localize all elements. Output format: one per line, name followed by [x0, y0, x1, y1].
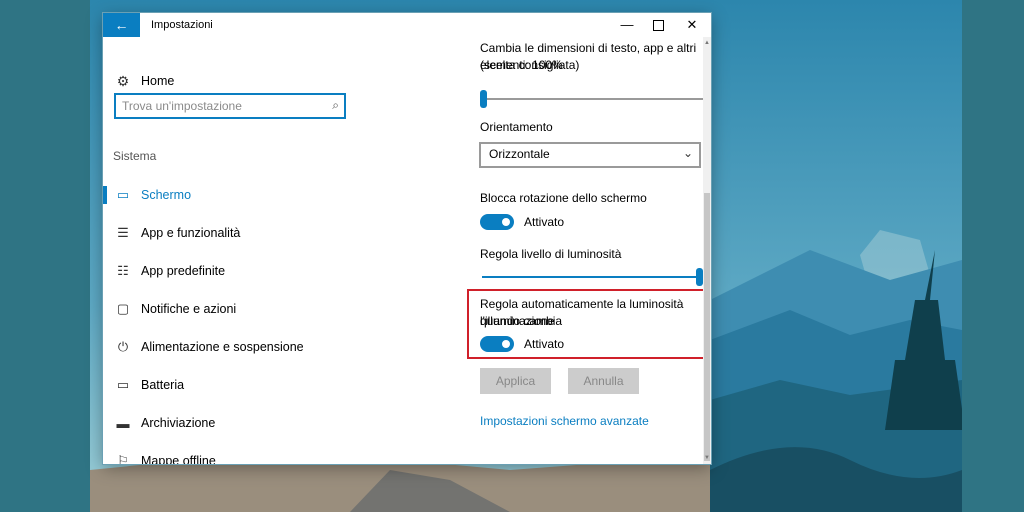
toggle-knob [502, 340, 510, 348]
sidebar-item-app-funzionalita[interactable]: ☰ App e funzionalità [103, 221, 363, 245]
content-pane: Cambia le dimensioni di testo, app e alt… [363, 37, 711, 464]
back-button[interactable]: ← [103, 13, 140, 37]
sidebar-item-label: Alimentazione e sospensione [141, 340, 304, 354]
scrollbar-thumb[interactable] [704, 193, 710, 461]
section-title: Sistema [113, 149, 157, 163]
sidebar-item-batteria[interactable]: ▭ Batteria [103, 373, 363, 397]
storage-icon: ▬ [116, 415, 130, 431]
sidebar-item-label: Batteria [141, 378, 185, 392]
desktop-border-left [0, 0, 90, 512]
home-label: Home [141, 74, 175, 88]
advanced-display-settings-link[interactable]: Impostazioni schermo avanzate [480, 414, 649, 428]
sidebar-item-alimentazione[interactable]: ⏻ Alimentazione e sospensione [103, 335, 363, 359]
scroll-up-icon[interactable]: ▲ [703, 39, 711, 47]
scale-slider-track [482, 98, 703, 100]
title-bar: ← Impostazioni — ✕ [103, 13, 711, 37]
sidebar-item-archiviazione[interactable]: ▬ Archiviazione [103, 411, 363, 435]
auto-brightness-label-continued: l'illuminazione [480, 314, 555, 328]
brightness-label: Regola livello di luminosità [480, 247, 622, 261]
toggle-knob [502, 218, 510, 226]
sidebar-item-notifiche[interactable]: ▢ Notifiche e azioni [103, 297, 363, 321]
brightness-slider-fill [482, 276, 698, 278]
minimize-icon: — [620, 17, 634, 32]
orientation-label: Orientamento [480, 120, 553, 134]
maximize-button[interactable] [641, 13, 675, 37]
back-arrow-icon: ← [114, 17, 129, 33]
notification-icon: ▢ [116, 301, 130, 316]
auto-brightness-state: Attivato [524, 337, 565, 351]
scale-label-recommended: (scelta consigliata) [480, 58, 580, 72]
sidebar-item-label: App predefinite [141, 264, 226, 278]
search-box: ⌕ [114, 93, 346, 119]
search-input[interactable] [122, 97, 322, 115]
default-apps-icon: ☷ [117, 263, 129, 278]
gear-icon: ⚙ [116, 72, 130, 89]
sidebar: ⚙ Home ⌕ Sistema ▭ Schermo ☰ App e funzi… [103, 37, 363, 464]
sidebar-item-schermo[interactable]: ▭ Schermo [103, 183, 363, 207]
rotation-lock-toggle[interactable] [480, 214, 514, 230]
chevron-down-icon: ⌄ [682, 146, 693, 160]
close-button[interactable]: ✕ [675, 13, 709, 37]
sidebar-item-app-predefinite[interactable]: ☷ App predefinite [103, 259, 363, 283]
power-icon: ⏻ [117, 339, 129, 354]
home-link[interactable]: ⚙ Home [116, 71, 175, 91]
maximize-icon [652, 20, 664, 32]
search-icon[interactable]: ⌕ [332, 98, 339, 113]
battery-icon: ▭ [116, 377, 130, 392]
sidebar-item-mappe-offline[interactable]: ⚐ Mappe offline [103, 449, 363, 464]
desktop-border-right [962, 0, 1024, 512]
cancel-button[interactable]: Annulla [568, 368, 639, 394]
close-icon: ✕ [686, 17, 698, 32]
scroll-down-icon[interactable]: ▼ [703, 454, 711, 462]
auto-brightness-toggle[interactable] [480, 336, 514, 352]
window-title: Impostazioni [151, 19, 213, 31]
apps-list-icon: ☰ [117, 225, 129, 240]
orientation-dropdown[interactable]: Orizzontale ⌄ [479, 142, 701, 168]
scale-slider-thumb[interactable] [480, 90, 487, 108]
selection-indicator [103, 186, 107, 204]
orientation-value: Orizzontale [489, 147, 550, 161]
minimize-button[interactable]: — [610, 13, 644, 37]
apply-button[interactable]: Applica [480, 368, 551, 394]
rotation-lock-label: Blocca rotazione dello schermo [480, 191, 647, 205]
brightness-slider-thumb[interactable] [696, 268, 703, 286]
sidebar-item-label: App e funzionalità [141, 226, 241, 240]
map-icon: ⚐ [117, 453, 129, 464]
settings-window: ← Impostazioni — ✕ ⚙ Home ⌕ Sistema ▭ Sc… [103, 13, 711, 464]
monitor-icon: ▭ [116, 187, 130, 202]
sidebar-item-label: Mappe offline [141, 454, 216, 464]
rotation-lock-state: Attivato [524, 215, 565, 229]
sidebar-item-label: Archiviazione [141, 416, 216, 430]
sidebar-item-label: Notifiche e azioni [141, 302, 237, 316]
sidebar-item-label: Schermo [141, 188, 192, 202]
